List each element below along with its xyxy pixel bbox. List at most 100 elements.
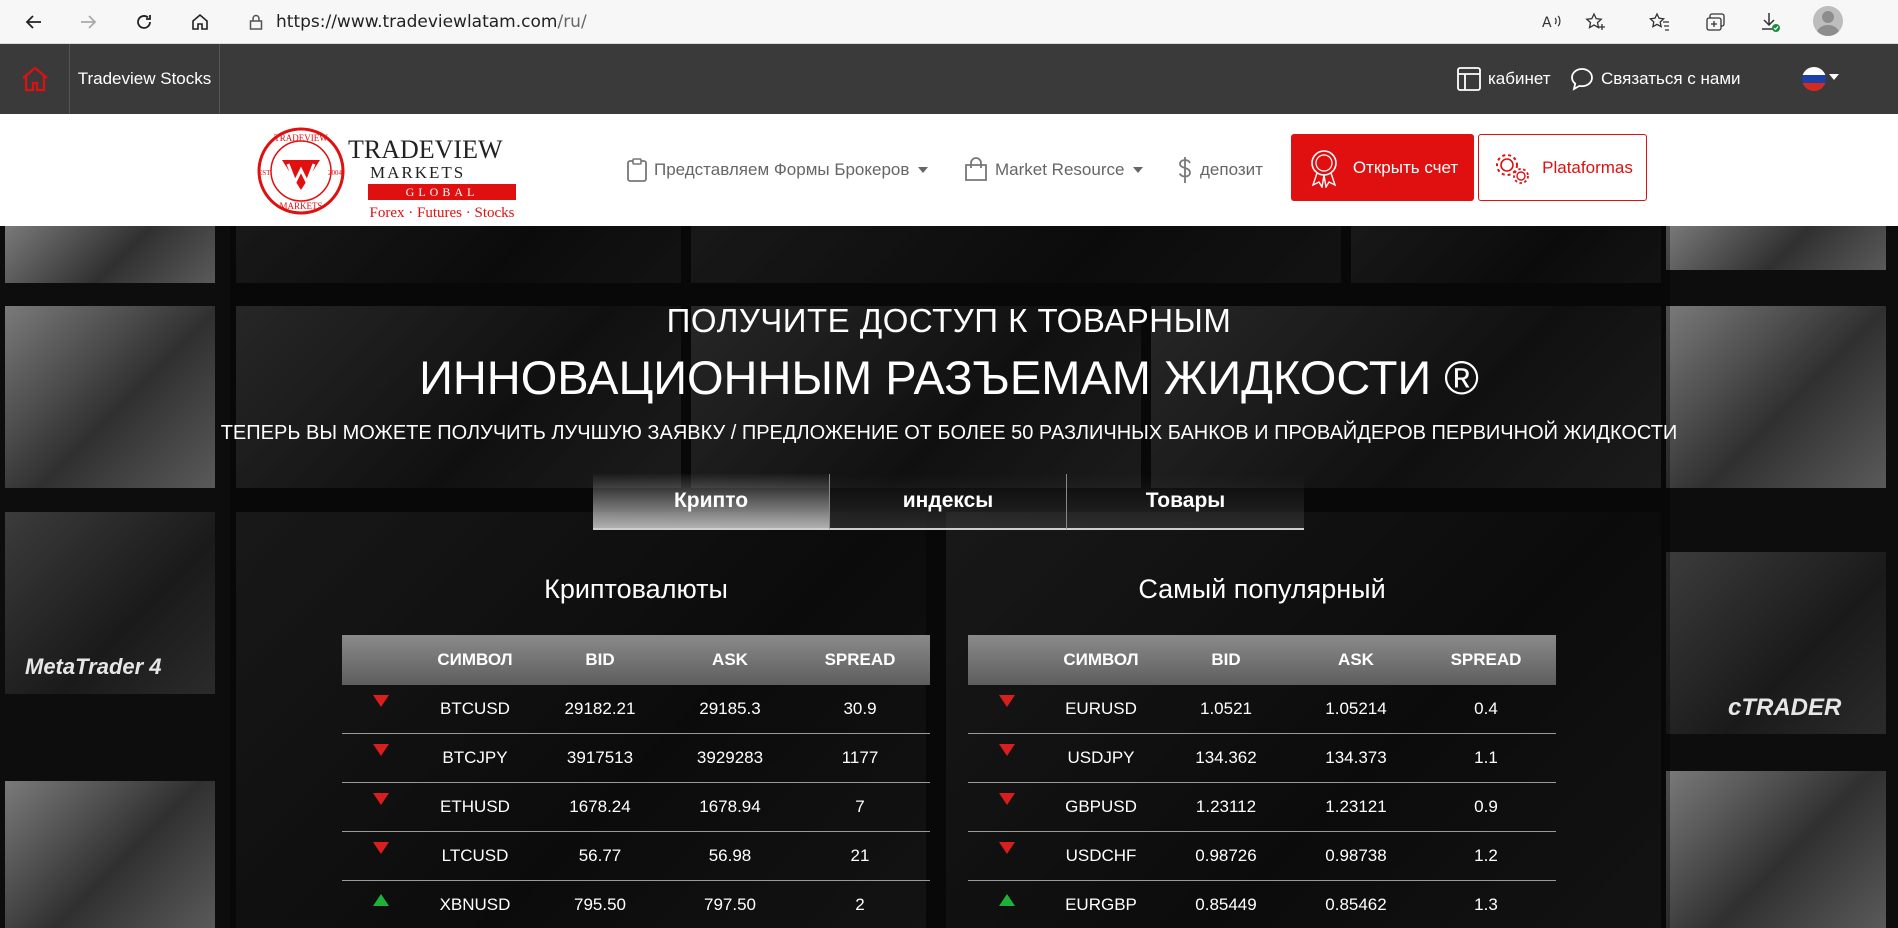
svg-text:2004: 2004 [328, 169, 343, 177]
clipboard-icon [627, 158, 647, 182]
tab-commodities[interactable]: Товары [1067, 474, 1304, 530]
spread-cell: 7 [855, 797, 865, 816]
address-bar[interactable]: https://www.tradeviewlatam.com/ru/ [236, 5, 1636, 39]
shopping-bag-icon [965, 157, 987, 181]
brokers-menu[interactable]: Представляем Формы Брокеров [626, 150, 929, 190]
russian-flag-icon[interactable] [1802, 67, 1826, 91]
table-row: USDJPY 134.362 134.373 1.1 [968, 734, 1556, 783]
table-row: XBNUSD 795.50 797.50 2 [342, 881, 930, 928]
cabinet-label: кабинет [1488, 69, 1551, 88]
forward-icon[interactable] [72, 6, 104, 38]
chevron-down-icon [918, 167, 929, 173]
bid-header: BID [585, 650, 615, 669]
lock-icon [236, 14, 276, 30]
table-header: СИМВОЛ BID ASK SPREAD [968, 635, 1556, 685]
collections-icon[interactable] [1700, 6, 1732, 38]
tab-crypto[interactable]: Крипто [593, 474, 830, 530]
svg-text:MARKETS: MARKETS [370, 163, 465, 182]
url-domain: https://www.tradeviewlatam.com [276, 12, 558, 32]
symbol-cell: LTCUSD [441, 846, 509, 865]
symbol-cell: XBNUSD [439, 895, 511, 914]
back-icon[interactable] [18, 6, 50, 38]
downloads-icon[interactable] [1754, 6, 1786, 38]
instrument-tabs: Крипто индексы Товары [593, 474, 1305, 530]
symbol-cell: EURGBP [1065, 895, 1137, 914]
ctrader-label: cTRADER [1728, 694, 1842, 721]
home-icon[interactable] [184, 6, 216, 38]
spread-header: SPREAD [824, 650, 896, 669]
symbol-cell: EURUSD [1065, 699, 1137, 718]
main-navigation: TRADEVIEW MARKETS EST. 2004 TRADEVIEW MA… [0, 114, 1898, 226]
ask-cell: 1678.94 [699, 797, 761, 816]
ctrader-tile: cTRADER [1666, 552, 1886, 734]
ask-cell: 56.98 [708, 846, 752, 865]
hero-section: MetaTrader 4 cTRADER ПОЛУЧИТЕ ДОСТУП К Т… [0, 226, 1898, 928]
open-account-button[interactable]: Открыть счет [1291, 134, 1474, 201]
svg-text:TRADEVIEW: TRADEVIEW [348, 135, 503, 164]
tab-indices[interactable]: индексы [830, 474, 1067, 530]
read-aloud-icon[interactable]: A [1536, 6, 1568, 38]
svg-text:A: A [1542, 15, 1552, 31]
arrow-up-icon [373, 894, 389, 906]
arrow-down-icon [373, 744, 389, 756]
svg-text:MARKETS: MARKETS [279, 201, 322, 211]
home-link[interactable] [0, 44, 70, 114]
contact-link[interactable]: Связаться с нами [1569, 44, 1741, 114]
bid-cell: 795.50 [574, 895, 626, 914]
bid-cell: 0.85449 [1195, 895, 1257, 914]
arrow-down-icon [999, 842, 1015, 854]
tradeview-logo-graphic: TRADEVIEW MARKETS EST. 2004 TRADEVIEW MA… [257, 127, 516, 221]
spread-cell: 0.4 [1474, 699, 1498, 718]
symbol-cell: USDJPY [1067, 748, 1135, 767]
gears-icon [1496, 153, 1530, 184]
svg-text:Forex · Futures · Stocks: Forex · Futures · Stocks [370, 205, 515, 220]
market-resource-menu[interactable]: Market Resource [963, 150, 1144, 190]
table-row: BTCUSD 29182.21 29185.3 30.9 [342, 685, 930, 734]
ask-cell: 1.23121 [1325, 797, 1387, 816]
spread-cell: 1.1 [1474, 748, 1498, 767]
profile-avatar[interactable] [1813, 6, 1843, 36]
brokers-label: Представляем Формы Брокеров [654, 160, 910, 179]
award-icon [1311, 149, 1337, 188]
platforms-label: Plataformas [1542, 157, 1633, 177]
tradeview-stocks-link[interactable]: Tradeview Stocks [70, 44, 220, 114]
photo-tile [5, 781, 215, 928]
arrow-down-icon [999, 695, 1015, 707]
cabinet-link[interactable]: кабинет [1456, 44, 1551, 114]
arrow-down-icon [999, 744, 1015, 756]
bid-cell: 1678.24 [569, 797, 631, 816]
arrow-down-icon [373, 842, 389, 854]
photo-tile [1666, 771, 1886, 928]
spread-cell: 21 [850, 846, 870, 865]
tradeview-logo[interactable]: TRADEVIEW MARKETS EST. 2004 TRADEVIEW MA… [248, 122, 548, 221]
bid-cell: 3917513 [566, 748, 634, 767]
browser-toolbar: https://www.tradeviewlatam.com/ru/ A [0, 0, 1898, 44]
table-row: EURGBP 0.85449 0.85462 1.3 [968, 881, 1556, 928]
spread-cell: 30.9 [843, 699, 877, 718]
table-row: ETHUSD 1678.24 1678.94 7 [342, 783, 930, 832]
top-bar: Tradeview Stocks кабинет Связаться с нам… [0, 44, 1898, 114]
dollar-icon [1178, 157, 1191, 183]
language-caret-icon[interactable] [1829, 74, 1839, 80]
platforms-button[interactable]: Plataformas [1478, 134, 1647, 201]
metatrader-label: MetaTrader 4 [25, 654, 162, 679]
table-row: BTCJPY 3917513 3929283 1177 [342, 734, 930, 783]
deposit-link[interactable]: депозит [1176, 150, 1263, 190]
photo-tile [1666, 226, 1886, 270]
spread-cell: 1177 [841, 748, 879, 767]
favorites-icon[interactable] [1644, 6, 1676, 38]
svg-text:EST.: EST. [258, 169, 272, 177]
metatrader-tile: MetaTrader 4 [5, 512, 215, 694]
table-row: EURUSD 1.0521 1.05214 0.4 [968, 685, 1556, 734]
ask-cell: 797.50 [704, 895, 756, 914]
ask-cell: 134.373 [1325, 748, 1387, 767]
deposit-label: депозит [1200, 160, 1263, 179]
hero-heading-line1: ПОЛУЧИТЕ ДОСТУП К ТОВАРНЫМ [666, 302, 1232, 339]
arrow-down-icon [373, 793, 389, 805]
add-favorite-icon[interactable] [1580, 6, 1612, 38]
popular-table-title: Самый популярный [1138, 574, 1386, 604]
symbol-cell: ETHUSD [440, 797, 510, 816]
chevron-down-icon [1133, 167, 1144, 173]
refresh-icon[interactable] [128, 6, 160, 38]
ask-cell: 29185.3 [699, 699, 761, 718]
